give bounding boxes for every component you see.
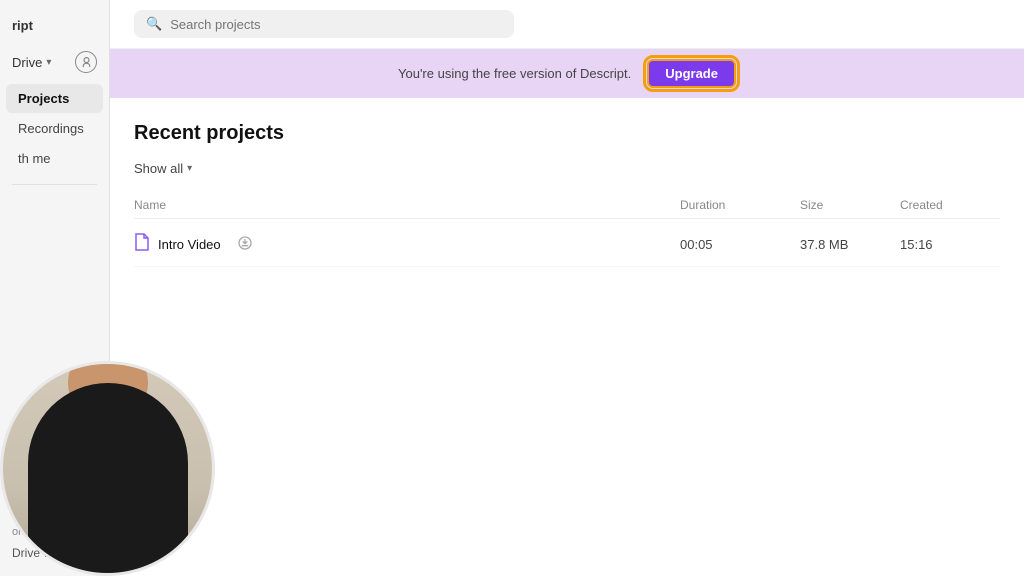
- file-icon: [134, 233, 150, 256]
- drive-menu[interactable]: Drive ▾: [0, 45, 109, 79]
- show-all-label: Show all: [134, 161, 183, 176]
- size-cell: 37.8 MB: [800, 237, 900, 252]
- table-header: Name Duration Size Created: [134, 192, 1000, 219]
- created-cell: 15:16: [900, 237, 1000, 252]
- file-name: Intro Video: [158, 237, 221, 252]
- sidebar-nav: Projects Recordings th me: [0, 83, 109, 174]
- banner-message: You're using the free version of Descrip…: [398, 66, 631, 81]
- sidebar-item-recordings[interactable]: Recordings: [6, 114, 103, 143]
- download-icon[interactable]: [237, 235, 253, 254]
- content-area: Recent projects Show all ▾ Name Duration…: [110, 98, 1024, 576]
- show-all-chevron-icon: ▾: [187, 163, 192, 174]
- user-icon[interactable]: [75, 51, 97, 73]
- column-size: Size: [800, 198, 900, 212]
- column-duration: Duration: [680, 198, 800, 212]
- person-body: [28, 383, 188, 573]
- person-figure: [3, 364, 212, 573]
- upgrade-button[interactable]: Upgrade: [647, 59, 736, 88]
- drive-label: Drive: [12, 55, 42, 70]
- sidebar-item-projects[interactable]: Projects: [6, 84, 103, 113]
- duration-cell: 00:05: [680, 237, 800, 252]
- app-name: ript: [0, 10, 109, 45]
- show-all-button[interactable]: Show all ▾: [134, 161, 192, 176]
- search-bar-area: 🔍: [110, 0, 1024, 49]
- avatar: [0, 361, 215, 576]
- main-content: 🔍 You're using the free version of Descr…: [110, 0, 1024, 576]
- column-created: Created: [900, 198, 1000, 212]
- table-row[interactable]: Intro Video 00:05 37.8 MB 15:16: [134, 223, 1000, 267]
- upgrade-banner: You're using the free version of Descrip…: [110, 49, 1024, 98]
- sidebar-divider: [12, 184, 97, 185]
- search-icon: 🔍: [146, 16, 162, 32]
- sidebar-item-shared[interactable]: th me: [6, 144, 103, 173]
- file-cell: Intro Video: [134, 233, 680, 256]
- drive-chevron-icon: ▾: [46, 57, 51, 68]
- search-bar: 🔍: [134, 10, 514, 38]
- search-input[interactable]: [170, 17, 502, 32]
- column-name: Name: [134, 198, 680, 212]
- section-title: Recent projects: [134, 122, 1000, 145]
